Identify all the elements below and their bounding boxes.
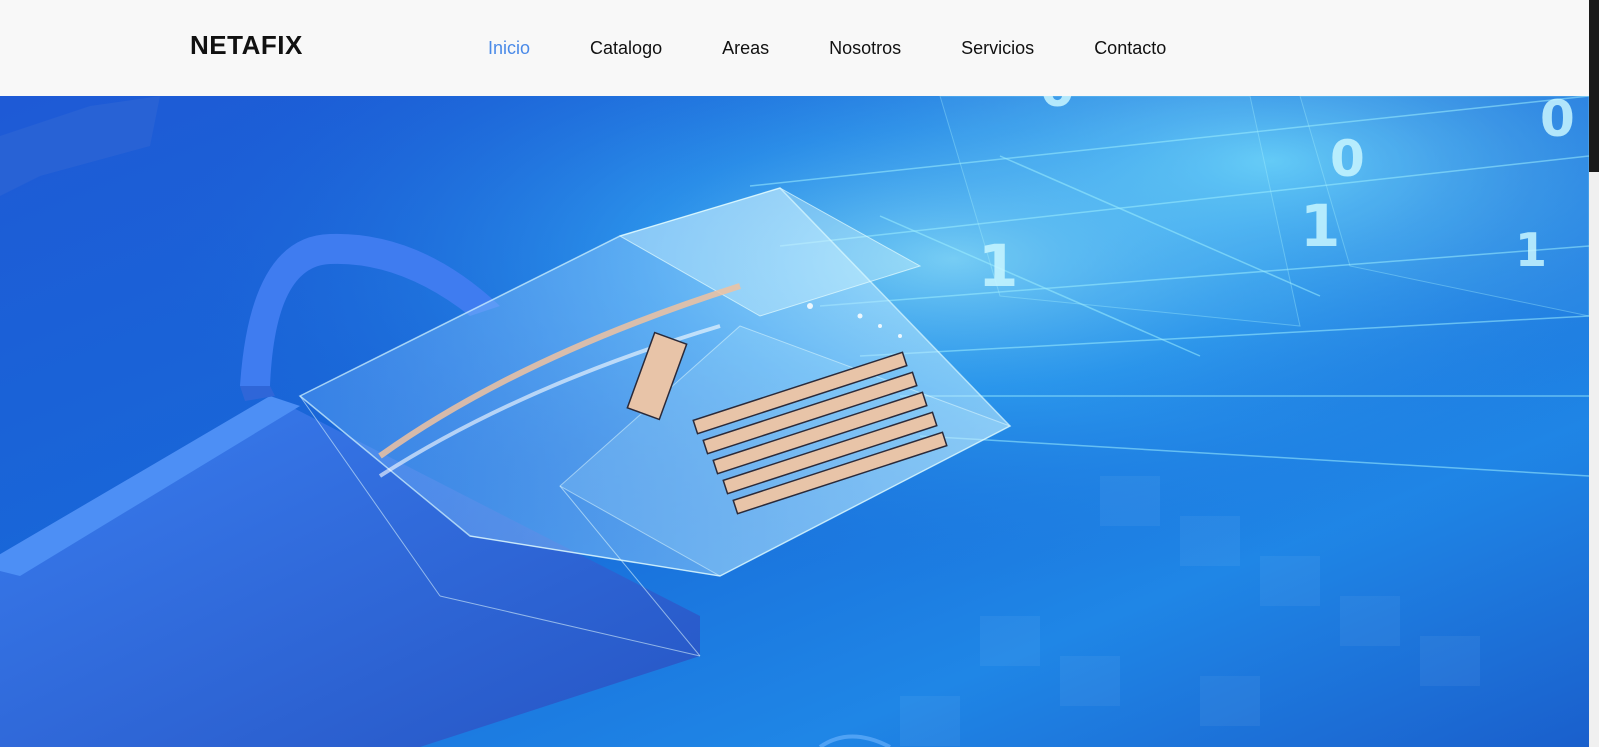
- nav-item-servicios[interactable]: Servicios: [961, 36, 1034, 60]
- binary-digit: 0: [1330, 130, 1365, 188]
- nav-item-inicio[interactable]: Inicio: [488, 36, 530, 60]
- nav-item-contacto[interactable]: Contacto: [1094, 36, 1166, 60]
- binary-digit: 0: [1040, 96, 1075, 118]
- nav-item-areas[interactable]: Areas: [722, 36, 769, 60]
- binary-digit: 1: [1515, 223, 1547, 277]
- site-header: NETAFIX Inicio Catalogo Areas Nosotros S…: [0, 0, 1589, 96]
- binary-digit: 1: [1300, 192, 1340, 260]
- hero-banner: 0 0 1 1 0 1: [0, 96, 1589, 747]
- page: NETAFIX Inicio Catalogo Areas Nosotros S…: [0, 0, 1599, 747]
- brand-logo[interactable]: NETAFIX: [190, 30, 303, 61]
- main-nav: Inicio Catalogo Areas Nosotros Servicios…: [488, 36, 1226, 60]
- ethernet-cable-connector-icon: 0 0 1 1 0 1: [0, 96, 1589, 747]
- binary-digit: 0: [1540, 96, 1575, 148]
- scrollbar-thumb[interactable]: [1589, 0, 1599, 172]
- binary-digit: 1: [978, 232, 1018, 300]
- nav-item-nosotros[interactable]: Nosotros: [829, 36, 901, 60]
- nav-item-catalogo[interactable]: Catalogo: [590, 36, 662, 60]
